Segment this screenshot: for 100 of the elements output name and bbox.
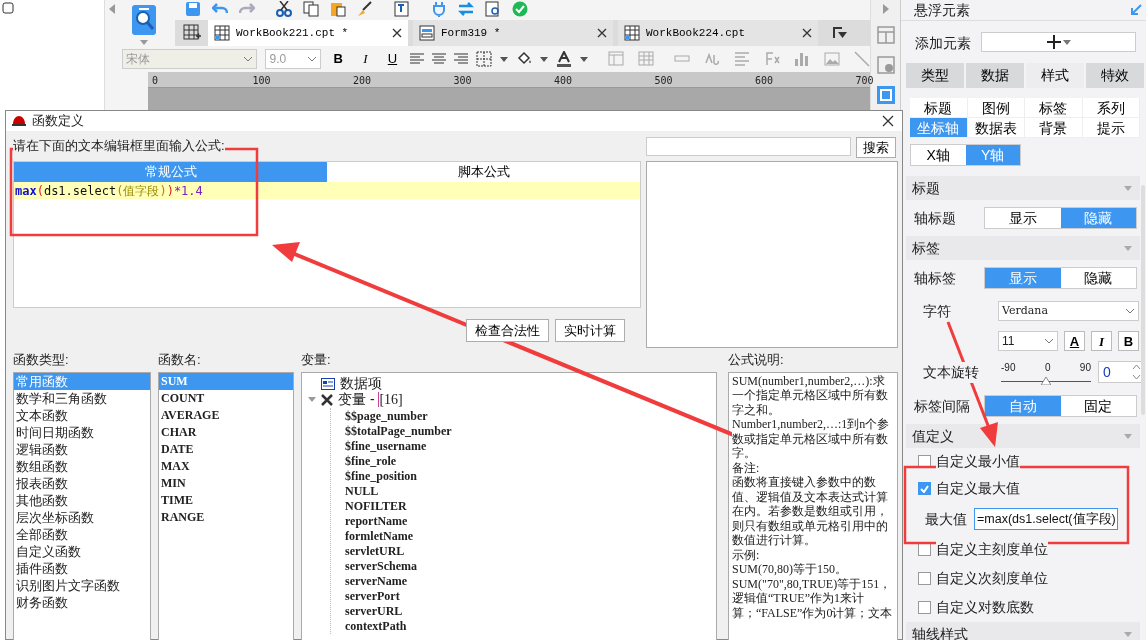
category-item[interactable]: 文本函数 [14,406,150,424]
sub-tab[interactable]: 提示 [1082,118,1140,138]
section-header[interactable]: 值定义 [912,425,954,447]
chevron-down-icon[interactable] [1125,308,1135,314]
variable-item[interactable]: serverName [331,573,716,589]
chevron-down-icon[interactable] [243,56,254,62]
sub-tab[interactable]: 数据表 [967,118,1025,138]
expand-right-icon[interactable] [882,4,889,14]
style-tab[interactable]: 特效 [1086,63,1146,88]
variable-item[interactable]: servletURL [331,543,716,559]
font-color-icon[interactable] [556,51,572,67]
sub-tab[interactable]: 系列 [1082,98,1140,118]
function-item[interactable]: RANGE [159,508,293,526]
sub-tab[interactable]: 标题 [910,98,968,118]
list-icon[interactable] [734,51,750,67]
info-panel-icon[interactable] [876,56,895,74]
align-left-icon[interactable] [410,53,424,65]
element-panel-icon[interactable] [876,86,895,104]
italic-button[interactable]: I [355,49,375,69]
variable-item[interactable]: $fine_username [331,438,716,454]
sub-tab[interactable]: 标签 [1025,98,1083,118]
add-sheet-icon[interactable] [183,24,201,42]
table-icon[interactable] [608,51,624,67]
slider-thumb[interactable] [1041,377,1051,385]
slider-track[interactable] [1001,374,1091,382]
checkbox[interactable] [918,601,931,614]
variable-item[interactable]: $$page_number [331,408,716,424]
layout-icon[interactable] [876,26,895,44]
collapse-left-icon[interactable] [109,4,115,14]
variable-item[interactable]: $fine_position [331,468,716,484]
function-item[interactable]: AVERAGE [159,406,293,424]
category-item[interactable]: 报表函数 [14,474,150,492]
variable-item[interactable]: NULL [331,483,716,499]
check-circle-icon[interactable] [512,1,528,17]
grid-table-icon[interactable] [638,51,654,67]
variable-item[interactable]: NOFILTER [331,498,716,514]
category-item[interactable]: 时间日期函数 [14,423,150,441]
preview-icon[interactable] [485,1,501,17]
font-size-select[interactable]: 11 [998,331,1058,351]
bold-button[interactable]: B [1118,331,1139,351]
function-item[interactable]: MAX [159,457,293,475]
category-item[interactable]: 数学和三角函数 [14,389,150,407]
caret-icon[interactable] [1062,39,1071,45]
function-item[interactable]: CHAR [159,423,293,441]
save-icon[interactable] [185,1,201,17]
category-item[interactable]: 层次坐标函数 [14,508,150,526]
category-item[interactable]: 逻辑函数 [14,440,150,458]
category-item[interactable]: 数组函数 [14,457,150,475]
caret-icon[interactable] [500,56,508,62]
variable-item[interactable]: serverURL [331,603,716,619]
align-center-icon[interactable] [432,53,446,65]
section-header[interactable]: 标签 [912,237,940,259]
tab-menu-icon[interactable] [833,27,847,39]
sub-tab[interactable]: 背景 [1025,118,1083,138]
function-item[interactable]: TIME [159,491,293,509]
font-color-button[interactable]: A [1064,331,1085,351]
variable-item[interactable]: $$totalPage_number [331,423,716,439]
image-icon[interactable] [824,51,840,67]
chevron-down-icon[interactable] [1044,338,1054,344]
dialog-button[interactable]: 实时计算 [555,318,625,342]
style-tab[interactable]: 样式 [1026,63,1086,88]
search-field[interactable] [646,136,851,156]
caret-icon[interactable] [580,56,588,62]
window-icon[interactable] [2,2,14,14]
variable-item[interactable]: serverPort [331,588,716,604]
variable-item[interactable]: serverSchema [331,558,716,574]
search-button[interactable]: 搜索 [856,136,896,158]
function-item[interactable]: MIN [159,474,293,492]
fill-bucket-icon[interactable] [516,51,532,67]
checkbox[interactable] [918,572,931,585]
bar-chart-icon[interactable] [794,51,810,67]
stepper-icon[interactable] [1132,363,1141,381]
swap-icon[interactable] [458,1,474,17]
max-value-field[interactable]: =max(ds1.select(值字段) [974,508,1118,530]
slash-line-icon[interactable] [854,51,870,67]
variable-item[interactable]: $fine_role [331,453,716,469]
rotation-spinner[interactable]: 0 [1098,361,1142,383]
border-icon[interactable] [476,51,492,67]
close-icon[interactable] [882,114,894,127]
shrink-arrow-icon[interactable] [1130,4,1142,16]
dialog-button[interactable]: 检查合法性 [466,318,549,342]
scissors-icon[interactable] [276,1,292,17]
category-item[interactable]: 自定义函数 [14,542,150,560]
category-item[interactable]: 全部函数 [14,525,150,543]
checkbox[interactable] [918,482,931,495]
copy-icon[interactable] [303,1,319,17]
category-item[interactable]: 识别图片文字函数 [14,576,150,594]
collapse-icon[interactable] [308,397,316,402]
plug-icon[interactable] [431,1,447,17]
font-family-select[interactable]: Verdana [998,301,1139,321]
underline-button[interactable]: U [382,49,402,69]
category-item[interactable]: 其他函数 [14,491,150,509]
close-icon[interactable] [597,28,607,38]
file-tab[interactable]: Form319 * [413,20,613,46]
tree-item[interactable]: 变量 - [16] [338,389,403,410]
document-search-icon[interactable] [131,4,157,36]
variable-item[interactable]: contextPath [331,618,716,634]
function-item[interactable]: DATE [159,440,293,458]
style-tab[interactable]: 数据 [966,63,1026,88]
text-field-icon[interactable] [704,51,720,67]
